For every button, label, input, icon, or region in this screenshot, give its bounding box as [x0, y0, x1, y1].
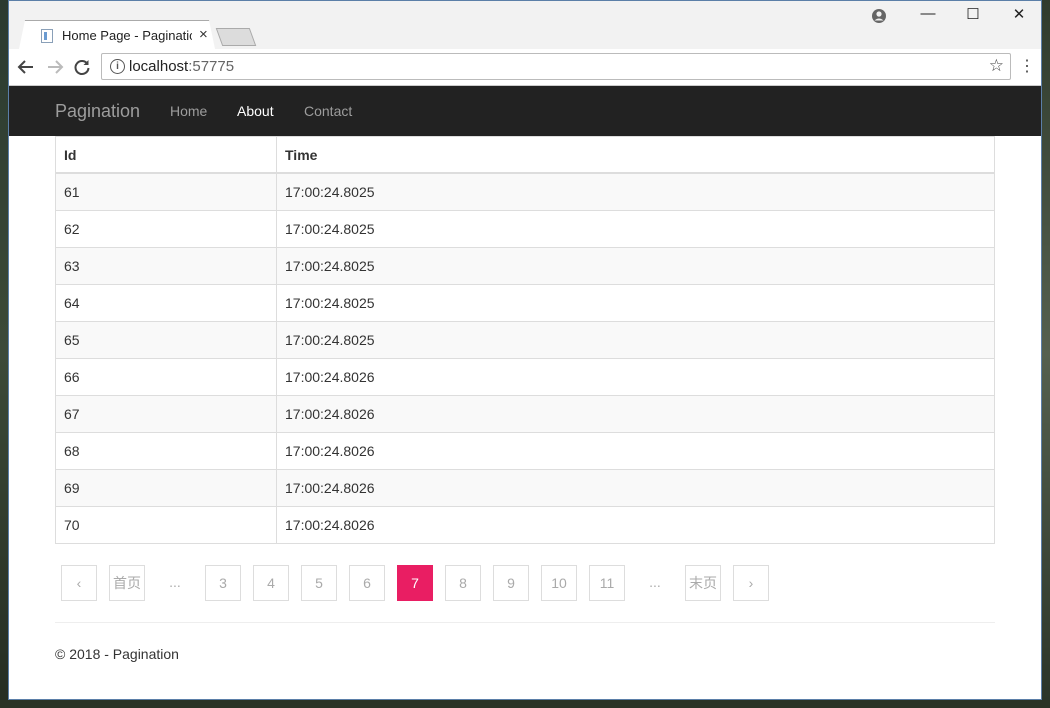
cell-id: 70 [55, 506, 277, 544]
cell-id: 64 [55, 284, 277, 322]
table-row: 63 17:00:24.8025 [55, 247, 995, 285]
url-text: localhost:57775 [129, 58, 234, 75]
toolbar: i localhost:57775 ☆ ⋮ [9, 49, 1041, 86]
table-row: 67 17:00:24.8026 [55, 395, 995, 433]
maximize-button[interactable]: ☐ [958, 5, 988, 23]
page-button[interactable]: 8 [445, 565, 481, 601]
footer-divider [55, 622, 995, 623]
table-row: 69 17:00:24.8026 [55, 469, 995, 507]
nav-link-home[interactable]: Home [170, 103, 207, 119]
desktop-background-left [0, 0, 8, 708]
page-button[interactable]: 11 [589, 565, 625, 601]
current-page-button[interactable]: 7 [397, 565, 433, 601]
profile-icon[interactable] [871, 8, 887, 24]
table-row: 61 17:00:24.8025 [55, 172, 995, 211]
page-favicon-icon [41, 29, 53, 43]
table-row: 66 17:00:24.8026 [55, 358, 995, 396]
desktop-background-bottom [0, 700, 1050, 708]
column-header-time: Time [276, 136, 995, 174]
close-window-button[interactable]: ✕ [1004, 5, 1034, 23]
first-page-button[interactable]: 首页 [109, 565, 145, 601]
data-table: Id Time 61 17:00:24.8025 62 17:00:24.8025 63… [55, 136, 995, 544]
pagination-ellipsis: ... [157, 565, 193, 601]
footer-text: © 2018 - Pagination [55, 646, 179, 662]
nav-link-contact[interactable]: Contact [304, 103, 352, 119]
url-port: :57775 [188, 58, 235, 75]
reload-icon[interactable] [73, 58, 91, 76]
table-row: 70 17:00:24.8026 [55, 506, 995, 544]
title-bar: Home Page - Paginatic × — ☐ ✕ [9, 1, 1041, 49]
page-button[interactable]: 9 [493, 565, 529, 601]
site-navbar: Pagination Home About Contact [9, 86, 1041, 136]
cell-time: 17:00:24.8026 [276, 432, 995, 470]
table-row: 64 17:00:24.8025 [55, 284, 995, 322]
cell-id: 62 [55, 210, 277, 248]
forward-arrow-icon[interactable] [46, 58, 64, 76]
cell-time: 17:00:24.8026 [276, 358, 995, 396]
tab-close-icon[interactable]: × [199, 26, 208, 43]
desktop-background-right [1042, 0, 1050, 708]
browser-window: Home Page - Paginatic × — ☐ ✕ i localhos… [8, 0, 1042, 700]
new-tab-button[interactable] [215, 28, 257, 46]
table-row: 65 17:00:24.8025 [55, 321, 995, 359]
table-header-row: Id Time [55, 136, 995, 174]
back-arrow-icon[interactable] [17, 58, 35, 76]
page-button[interactable]: 4 [253, 565, 289, 601]
cell-time: 17:00:24.8025 [276, 172, 995, 211]
cell-id: 65 [55, 321, 277, 359]
table-row: 68 17:00:24.8026 [55, 432, 995, 470]
cell-id: 63 [55, 247, 277, 285]
address-bar[interactable]: i localhost:57775 ☆ [101, 53, 1011, 80]
cell-id: 67 [55, 395, 277, 433]
cell-time: 17:00:24.8025 [276, 247, 995, 285]
cell-id: 69 [55, 469, 277, 507]
cell-id: 61 [55, 172, 277, 211]
page-button[interactable]: 10 [541, 565, 577, 601]
page-button[interactable]: 6 [349, 565, 385, 601]
prev-page-button[interactable]: ‹ [61, 565, 97, 601]
pagination-ellipsis: ... [637, 565, 673, 601]
page-button[interactable]: 5 [301, 565, 337, 601]
table-body: 61 17:00:24.8025 62 17:00:24.8025 63 17:00:24… [55, 172, 995, 544]
minimize-button[interactable]: — [913, 5, 943, 22]
browser-tab[interactable]: Home Page - Paginatic × [19, 20, 215, 49]
tab-title: Home Page - Paginatic [62, 28, 192, 43]
cell-time: 17:00:24.8025 [276, 321, 995, 359]
cell-id: 68 [55, 432, 277, 470]
browser-menu-icon[interactable]: ⋮ [1019, 56, 1035, 76]
last-page-button[interactable]: 末页 [685, 565, 721, 601]
table-row: 62 17:00:24.8025 [55, 210, 995, 248]
column-header-id: Id [55, 136, 277, 174]
cell-time: 17:00:24.8026 [276, 469, 995, 507]
page-button[interactable]: 3 [205, 565, 241, 601]
main-content: Id Time 61 17:00:24.8025 62 17:00:24.8025 63… [55, 136, 995, 544]
cell-time: 17:00:24.8025 [276, 210, 995, 248]
site-info-icon[interactable]: i [110, 59, 125, 74]
cell-time: 17:00:24.8026 [276, 506, 995, 544]
next-page-button[interactable]: › [733, 565, 769, 601]
navbar-brand[interactable]: Pagination [55, 101, 140, 122]
cell-time: 17:00:24.8025 [276, 284, 995, 322]
nav-link-about[interactable]: About [237, 103, 274, 119]
bookmark-star-icon[interactable]: ☆ [989, 56, 1004, 76]
cell-id: 66 [55, 358, 277, 396]
url-host: localhost [129, 58, 189, 75]
cell-time: 17:00:24.8026 [276, 395, 995, 433]
